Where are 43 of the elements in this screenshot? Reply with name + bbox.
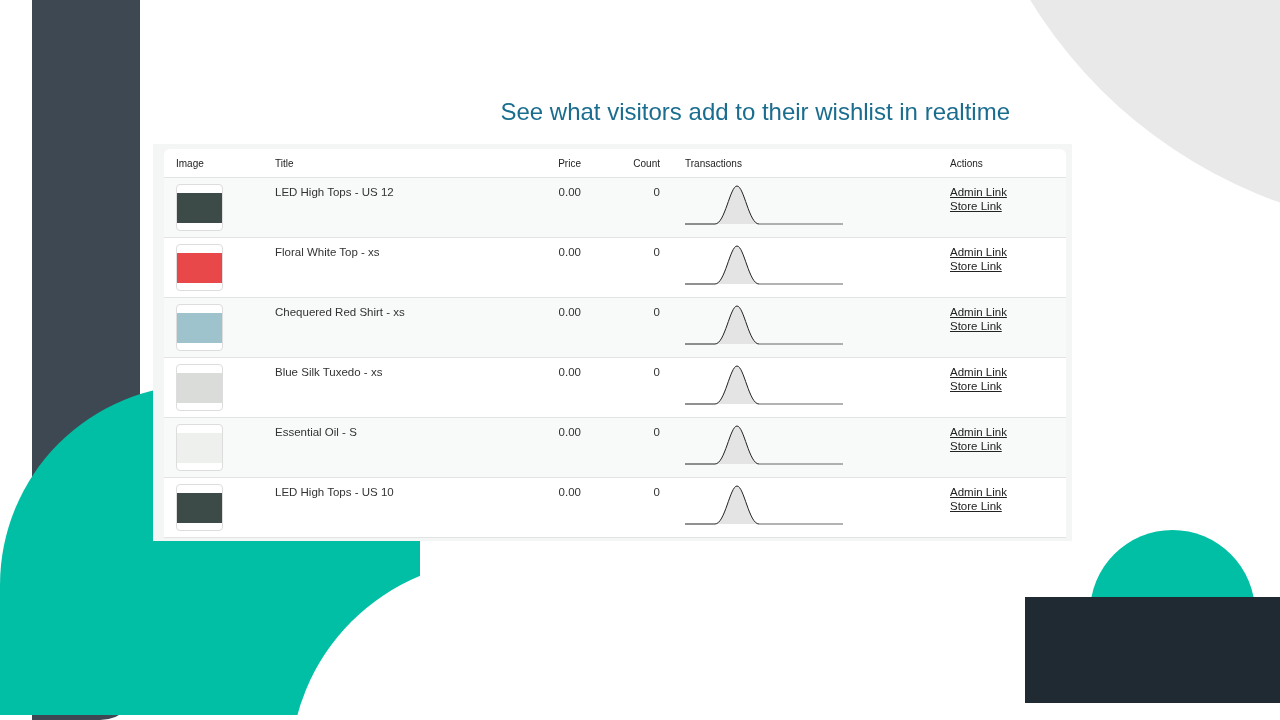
action-link[interactable]: Admin Link	[950, 186, 1007, 198]
column-header: Count	[632, 157, 660, 169]
photo-placeholder	[176, 424, 223, 471]
count-cell-text: 0	[652, 365, 660, 380]
price-cell-text: 0.00	[557, 245, 581, 260]
product-title: Floral White Top - xs	[275, 245, 381, 260]
column-header: Title	[275, 157, 295, 169]
count-cell-text: 0	[652, 245, 660, 260]
action-link[interactable]: Store Link	[950, 500, 1002, 512]
photo-placeholder	[176, 244, 223, 291]
action-link[interactable]: Admin Link	[950, 486, 1007, 498]
action-link[interactable]: Admin Link	[950, 366, 1007, 378]
headline: See what visitors add to their wishlist in realtime	[499, 98, 1010, 126]
price-cell-text: 0.00	[557, 485, 581, 500]
action-link[interactable]: Admin Link	[950, 306, 1007, 318]
product-title: LED High Tops - US 10	[275, 485, 395, 500]
price-cell-text: 0.00	[557, 185, 581, 200]
photo-placeholder	[176, 304, 223, 351]
price-cell-text: 0.00	[557, 305, 581, 320]
count-cell-text: 0	[652, 305, 660, 320]
action-link[interactable]: Store Link	[950, 380, 1002, 392]
price-cell-text: 0.00	[557, 425, 581, 440]
product-title: Essential Oil - S	[275, 425, 358, 440]
product-title: Chequered Red Shirt - xs	[275, 305, 406, 320]
column-header: Transactions	[684, 157, 743, 169]
photo-placeholder	[176, 184, 223, 231]
count-cell-text: 0	[652, 185, 660, 200]
count-cell-text: 0	[652, 485, 660, 500]
price-cell-text: 0.00	[557, 365, 581, 380]
action-link[interactable]: Store Link	[950, 260, 1002, 272]
product-title: LED High Tops - US 12	[275, 185, 395, 200]
action-link[interactable]: Admin Link	[950, 246, 1007, 258]
action-link[interactable]: Store Link	[950, 200, 1002, 212]
column-header: Actions	[950, 157, 984, 169]
column-header: Image	[175, 157, 205, 169]
count-cell-text: 0	[652, 425, 660, 440]
column-header: Price	[557, 157, 581, 169]
product-title: Blue Silk Tuxedo - xs	[275, 365, 384, 380]
action-link[interactable]: Store Link	[950, 320, 1002, 332]
action-link[interactable]: Store Link	[950, 440, 1002, 452]
photo-placeholder	[176, 484, 223, 531]
photo-placeholder	[176, 364, 223, 411]
action-link[interactable]: Admin Link	[950, 426, 1007, 438]
